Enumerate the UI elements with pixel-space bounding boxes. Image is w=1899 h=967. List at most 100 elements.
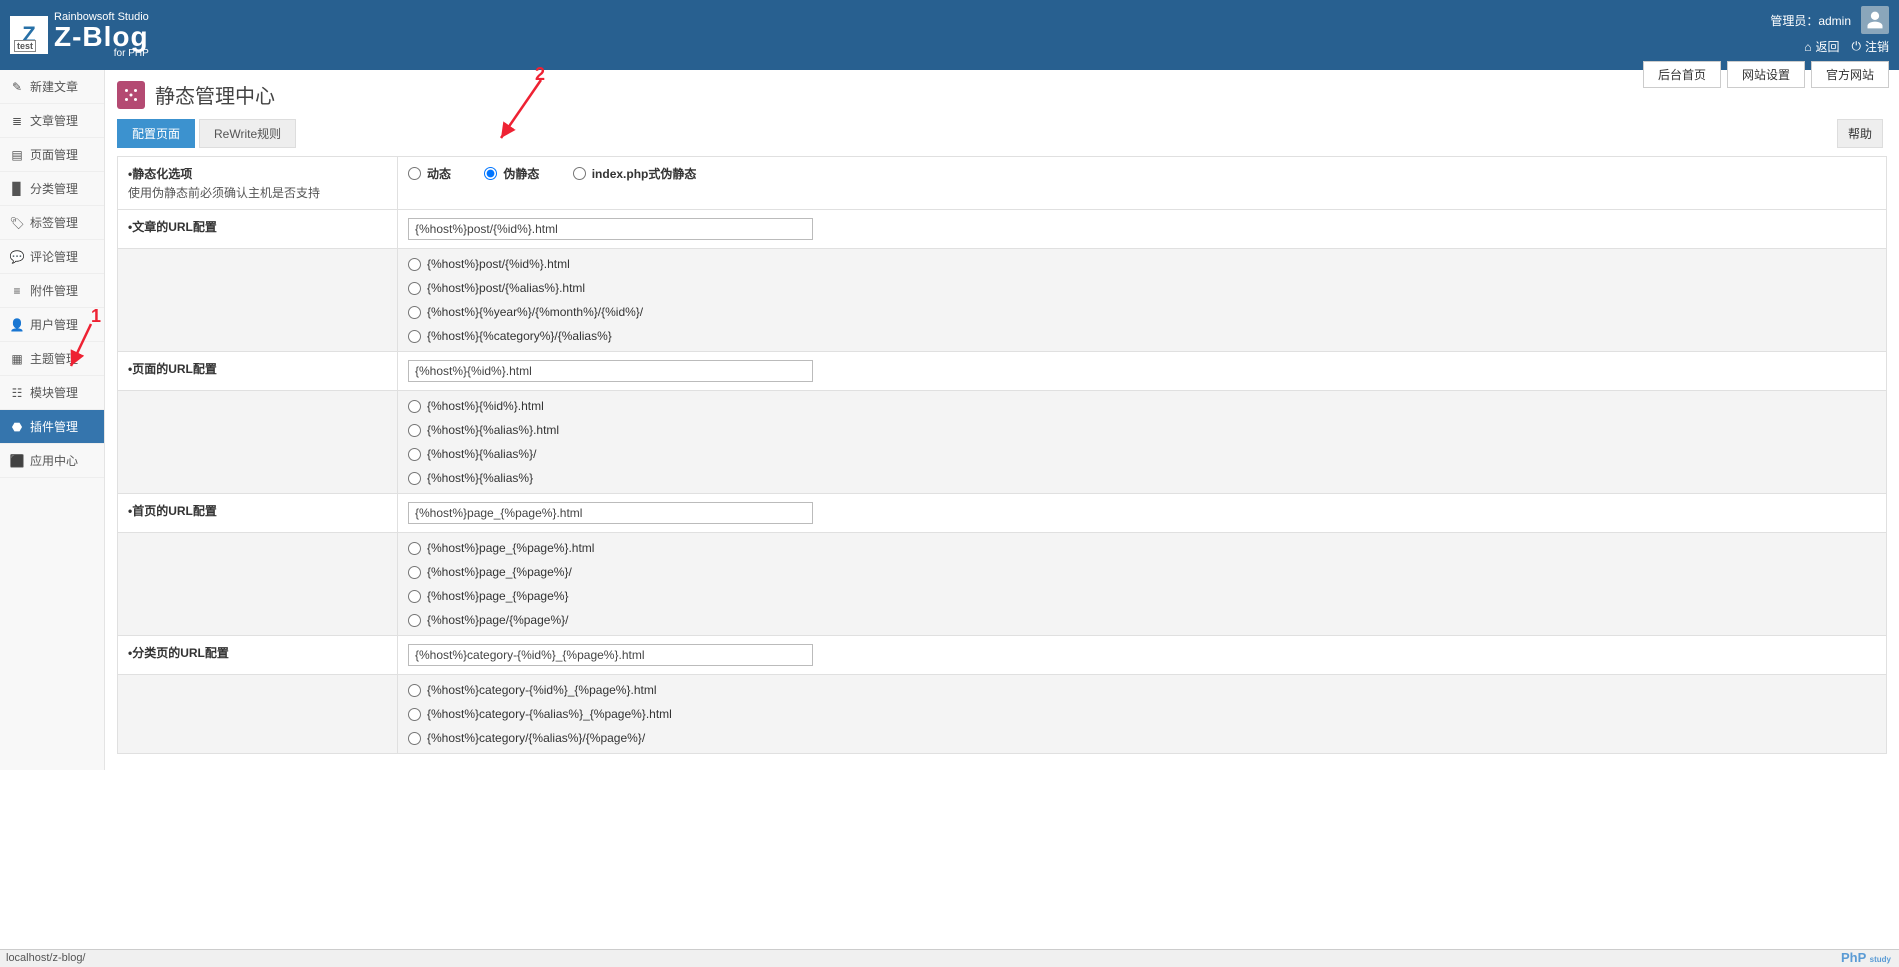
radio-indexphp[interactable]: index.php式伪静态 xyxy=(573,165,697,182)
mod-icon: ☷ xyxy=(10,386,24,400)
index-radio-1[interactable] xyxy=(408,566,421,579)
user-icon: 👤 xyxy=(10,318,24,332)
page-radio-3[interactable] xyxy=(408,472,421,485)
logo-block: Z test Rainbowsoft Studio Z-Blog for PHP xyxy=(10,12,149,59)
index-option-3[interactable]: {%host%}page/{%page%}/ xyxy=(408,613,1846,627)
avatar-icon[interactable] xyxy=(1861,6,1889,34)
sidebar-item-label: 页面管理 xyxy=(30,146,78,163)
sidebar-item-label: 模块管理 xyxy=(30,384,78,401)
sidebar-item-11[interactable]: ⬛应用中心 xyxy=(0,444,104,478)
category-url-options: {%host%}category-{%id%}_{%page%}.html {%h… xyxy=(398,675,1887,754)
article-option-0[interactable]: {%host%}post/{%id%}.html xyxy=(408,257,1846,271)
sidebar-item-label: 附件管理 xyxy=(30,282,78,299)
index-url-input[interactable] xyxy=(408,502,813,524)
article-radio-1[interactable] xyxy=(408,282,421,295)
category-url-label: •分类页的URL配置 xyxy=(118,636,398,675)
logo-icon: Z test xyxy=(10,16,48,54)
sidebar-item-1[interactable]: ≣文章管理 xyxy=(0,104,104,138)
sidebar-item-4[interactable]: 🏷标签管理 xyxy=(0,206,104,240)
category-option-0[interactable]: {%host%}category-{%id%}_{%page%}.html xyxy=(408,683,1846,697)
index-option-label-3: {%host%}page/{%page%}/ xyxy=(427,613,568,627)
sidebar: ✎新建文章≣文章管理 ▤ 页面管理 ▉ 分类管理 🏷标签管理💬评论管理≡附件管理👤用户管理… xyxy=(0,70,105,770)
static-option-title: •静态化选项 xyxy=(128,165,387,182)
sidebar-item-label: 标签管理 xyxy=(30,214,78,231)
page-url-input[interactable] xyxy=(408,360,813,382)
page-option-1[interactable]: {%host%}{%alias%}.html xyxy=(408,423,1846,437)
page-option-0[interactable]: {%host%}{%id%}.html xyxy=(408,399,1846,413)
category-url-input[interactable] xyxy=(408,644,813,666)
index-radio-2[interactable] xyxy=(408,590,421,603)
phpstudy-watermark: PhP study xyxy=(1841,950,1891,965)
tab-config[interactable]: 配置页面 xyxy=(117,119,195,148)
sidebar-item-label: 应用中心 xyxy=(30,452,78,469)
back-link[interactable]: ⌂ 返回 xyxy=(1804,38,1839,55)
sidebar-item-3[interactable]: ▉ 分类管理 xyxy=(0,172,104,206)
category-option-2[interactable]: {%host%}category/{%alias%}/{%page%}/ xyxy=(408,731,1846,745)
article-option-label-0: {%host%}post/{%id%}.html xyxy=(427,257,570,271)
sidebar-item-8[interactable]: ▦主题管理 xyxy=(0,342,104,376)
sidebar-item-6[interactable]: ≡附件管理 xyxy=(0,274,104,308)
sidebar-item-10[interactable]: ⬣插件管理 xyxy=(0,410,104,444)
radio-pseudo-label: 伪静态 xyxy=(503,165,539,182)
index-option-2[interactable]: {%host%}page_{%page%} xyxy=(408,589,1846,603)
article-radio-0[interactable] xyxy=(408,258,421,271)
radio-pseudo[interactable]: 伪静态 xyxy=(484,165,539,182)
article-option-1[interactable]: {%host%}post/{%alias%}.html xyxy=(408,281,1846,295)
index-url-options: {%host%}page_{%page%}.html {%host%}page_{… xyxy=(398,533,1887,636)
index-option-0[interactable]: {%host%}page_{%page%}.html xyxy=(408,541,1846,555)
status-url: localhost/z-blog/ xyxy=(6,952,86,964)
article-option-label-2: {%host%}{%year%}/{%month%}/{%id%}/ xyxy=(427,305,643,319)
index-radio-0[interactable] xyxy=(408,542,421,555)
folder-icon: ▉ xyxy=(10,182,24,196)
tab-rewrite[interactable]: ReWrite规则 xyxy=(199,119,296,148)
sidebar-item-0[interactable]: ✎新建文章 xyxy=(0,70,104,104)
page-option-2[interactable]: {%host%}{%alias%}/ xyxy=(408,447,1846,461)
sidebar-item-7[interactable]: 👤用户管理 xyxy=(0,308,104,342)
page-option-3[interactable]: {%host%}{%alias%} xyxy=(408,471,1846,485)
logout-link[interactable]: ⏻ 注销 xyxy=(1851,38,1889,55)
radio-dynamic-input[interactable] xyxy=(408,167,421,180)
page-option-label-2: {%host%}{%alias%}/ xyxy=(427,447,536,461)
article-url-input[interactable] xyxy=(408,218,813,240)
page-radio-1[interactable] xyxy=(408,424,421,437)
sidebar-item-2[interactable]: ▤ 页面管理 xyxy=(0,138,104,172)
tabs-row: 配置页面 ReWrite规则 帮助 xyxy=(117,119,1887,148)
category-radio-0[interactable] xyxy=(408,684,421,697)
config-table: •静态化选项 使用伪静态前必须确认主机是否支持 动态 伪静态 index.php… xyxy=(117,156,1887,754)
radio-pseudo-input[interactable] xyxy=(484,167,497,180)
article-radio-3[interactable] xyxy=(408,330,421,343)
logout-label: 注销 xyxy=(1865,38,1889,55)
page-icon: ▤ xyxy=(10,148,24,162)
page-url-title: •页面的URL配置 xyxy=(128,362,217,376)
radio-dynamic[interactable]: 动态 xyxy=(408,165,451,182)
article-radio-2[interactable] xyxy=(408,306,421,319)
index-radio-3[interactable] xyxy=(408,614,421,627)
logo-brand: Z-Blog xyxy=(54,23,149,51)
category-url-title: •分类页的URL配置 xyxy=(128,646,229,660)
page-radio-2[interactable] xyxy=(408,448,421,461)
sidebar-item-label: 插件管理 xyxy=(30,418,78,435)
top-header: Z test Rainbowsoft Studio Z-Blog for PHP… xyxy=(0,0,1899,70)
sidebar-item-9[interactable]: ☷ 模块管理 xyxy=(0,376,104,410)
radio-indexphp-input[interactable] xyxy=(573,167,586,180)
static-option-note: 使用伪静态前必须确认主机是否支持 xyxy=(128,184,387,201)
help-button[interactable]: 帮助 xyxy=(1837,119,1883,148)
radio-dynamic-label: 动态 xyxy=(427,165,451,182)
main-content: 静态管理中心 配置页面 ReWrite规则 帮助 •静态化选项 使用伪静态前必须… xyxy=(105,70,1899,770)
category-radio-2[interactable] xyxy=(408,732,421,745)
article-option-3[interactable]: {%host%}{%category%}/{%alias%} xyxy=(408,329,1846,343)
home-icon: ⌂ xyxy=(1804,40,1811,54)
category-radio-1[interactable] xyxy=(408,708,421,721)
doc-icon: ≣ xyxy=(10,114,24,128)
sidebar-item-label: 分类管理 xyxy=(30,180,78,197)
article-url-label: •文章的URL配置 xyxy=(118,210,398,249)
page-url-label: •页面的URL配置 xyxy=(118,352,398,391)
page-option-label-3: {%host%}{%alias%} xyxy=(427,471,533,485)
article-option-2[interactable]: {%host%}{%year%}/{%month%}/{%id%}/ xyxy=(408,305,1846,319)
category-option-1[interactable]: {%host%}category-{%alias%}_{%page%}.html xyxy=(408,707,1846,721)
sidebar-item-5[interactable]: 💬评论管理 xyxy=(0,240,104,274)
page-radio-0[interactable] xyxy=(408,400,421,413)
power-icon: ⏻ xyxy=(1851,39,1861,54)
index-option-1[interactable]: {%host%}page_{%page%}/ xyxy=(408,565,1846,579)
index-url-title: •首页的URL配置 xyxy=(128,504,217,518)
